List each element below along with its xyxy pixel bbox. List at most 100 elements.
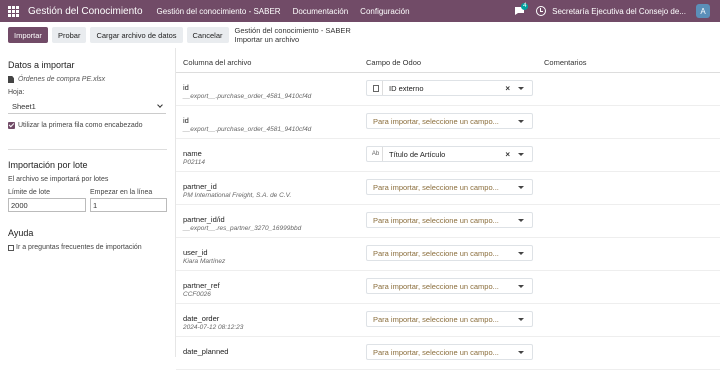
table-row: partner_id PM International Freight, S.A.…: [176, 172, 720, 205]
column-name: name: [183, 149, 202, 158]
menu-knowledge[interactable]: Gestión del conocimiento - SABER: [157, 7, 281, 16]
column-sample: CCF0026: [183, 291, 211, 298]
header-checkbox-label: Utilizar la primera fila como encabezado: [18, 122, 143, 129]
table-row: user_id Kiara Martínez Para importar, sele…: [176, 238, 720, 271]
chat-badge: 4: [521, 3, 529, 10]
file-name-row: Órdenes de compra PE.xlsx: [8, 76, 167, 83]
odoo-field-select[interactable]: Para importar, seleccione un campo...: [366, 278, 533, 294]
header-comments: Comentarios: [544, 58, 587, 67]
caret-down-icon: [518, 86, 524, 90]
file-name: Órdenes de compra PE.xlsx: [18, 76, 106, 83]
app-name[interactable]: Gestión del Conocimiento: [28, 6, 143, 17]
caret-down-icon: [518, 317, 524, 321]
apps-menu-icon[interactable]: [8, 5, 22, 17]
caret-down-icon: [518, 251, 524, 255]
column-sample: __export__.purchase_order_4581_9410cf4d: [183, 93, 312, 100]
header-checkbox[interactable]: [8, 122, 15, 129]
odoo-field-select[interactable]: Ab Título de Artículo ×: [366, 146, 533, 162]
menu-configuration[interactable]: Configuración: [360, 7, 409, 16]
menu-documentation[interactable]: Documentación: [293, 7, 349, 16]
chevron-down-icon: [157, 102, 163, 108]
table-row: partner_ref CCF0026 Para importar, selecci…: [176, 271, 720, 304]
batch-section-title: Importación por lote: [8, 160, 88, 170]
document-icon: [369, 81, 383, 95]
column-name: partner_ref: [183, 281, 220, 290]
column-sample: Kiara Martínez: [183, 258, 226, 265]
breadcrumb-current: Importar un archivo: [234, 35, 300, 44]
start-line-input[interactable]: 1: [90, 198, 167, 212]
column-name: id: [183, 116, 189, 125]
column-sample: PM International Freight, S.A. de C.V.: [183, 192, 292, 199]
odoo-field-select[interactable]: Para importar, seleccione un campo...: [366, 113, 533, 129]
breadcrumb-parent[interactable]: Gestión del conocimiento - SABER: [235, 26, 351, 35]
caret-down-icon: [518, 218, 524, 222]
company-switcher[interactable]: Secretaría Ejecutiva del Consejo de...: [552, 7, 686, 16]
column-name: date_order: [183, 314, 220, 323]
table-row: id __export__.purchase_order_4581_9410cf4…: [176, 73, 720, 106]
divider: [8, 149, 167, 150]
clear-icon[interactable]: ×: [505, 150, 510, 159]
odoo-field-select[interactable]: Para importar, seleccione un campo...: [366, 212, 533, 228]
mapping-table: Columna del archivo Campo de Odoo Coment…: [175, 48, 720, 370]
odoo-field-select[interactable]: Para importar, seleccione un campo...: [366, 311, 533, 327]
clear-icon[interactable]: ×: [505, 84, 510, 93]
batch-description: El archivo se importará por lotes: [8, 176, 109, 183]
column-name: id: [183, 83, 189, 92]
chat-icon[interactable]: 4: [514, 3, 529, 16]
help-section-title: Ayuda: [8, 228, 34, 238]
limit-label: Límite de lote: [8, 189, 51, 196]
sheet-label: Hoja:: [8, 89, 25, 96]
faq-link[interactable]: Ir a preguntas frecuentes de importación: [8, 244, 167, 251]
file-icon: [8, 76, 14, 83]
field-placeholder: Para importar, seleccione un campo...: [373, 314, 499, 324]
field-placeholder: Para importar, seleccione un campo...: [373, 215, 499, 225]
column-name: date_planned: [183, 347, 229, 356]
column-name: partner_id: [183, 182, 217, 191]
odoo-field-select[interactable]: Para importar, seleccione un campo...: [366, 245, 533, 261]
test-button[interactable]: Probar: [51, 27, 87, 43]
limit-input[interactable]: 2000: [8, 198, 86, 212]
start-label: Empezar en la línea: [90, 189, 153, 196]
header-file-column: Columna del archivo: [183, 58, 252, 67]
avatar[interactable]: A: [696, 4, 710, 18]
odoo-field-select[interactable]: Para importar, seleccione un campo...: [366, 344, 533, 360]
caret-down-icon: [518, 185, 524, 189]
faq-link-label: Ir a preguntas frecuentes de importación: [16, 244, 142, 251]
top-navbar: Gestión del Conocimiento Gestión del con…: [0, 0, 720, 22]
import-options-sidebar: Datos a importar Órdenes de compra PE.xl…: [0, 48, 175, 357]
table-row: date_planned Para importar, seleccione un…: [176, 337, 720, 370]
field-placeholder: Para importar, seleccione un campo...: [373, 281, 499, 291]
field-value: Título de Artículo: [389, 149, 446, 159]
caret-down-icon: [518, 284, 524, 288]
data-section-title: Datos a importar: [8, 60, 75, 70]
table-row: partner_id/id __export__.res_partner_3270…: [176, 205, 720, 238]
column-sample: __export__.res_partner_3270_16999bbd: [183, 225, 302, 232]
field-placeholder: Para importar, seleccione un campo...: [373, 116, 499, 126]
column-sample: __export__.purchase_order_4581_9410cf4d: [183, 126, 312, 133]
sheet-select[interactable]: Sheet1: [8, 99, 166, 114]
column-sample: P02114: [183, 159, 205, 166]
load-file-button[interactable]: Cargar archivo de datos: [90, 27, 183, 43]
caret-down-icon: [518, 119, 524, 123]
column-sample: 2024-07-12 08:12:23: [183, 324, 244, 331]
import-button[interactable]: Importar: [8, 27, 48, 43]
sheet-value: Sheet1: [12, 101, 36, 111]
field-placeholder: Para importar, seleccione un campo...: [373, 248, 499, 258]
header-odoo-field: Campo de Odoo: [366, 58, 422, 67]
external-link-icon: [8, 244, 14, 251]
cancel-button[interactable]: Cancelar: [186, 27, 229, 43]
odoo-field-select[interactable]: ID externo ×: [366, 80, 533, 96]
field-value: ID externo: [389, 83, 424, 93]
activity-clock-icon[interactable]: [536, 6, 547, 16]
field-placeholder: Para importar, seleccione un campo...: [373, 347, 499, 357]
caret-down-icon: [518, 152, 524, 156]
table-row: date_order 2024-07-12 08:12:23 Para import…: [176, 304, 720, 337]
table-header: Columna del archivo Campo de Odoo Coment…: [176, 48, 720, 73]
odoo-field-select[interactable]: Para importar, seleccione un campo...: [366, 179, 533, 195]
field-placeholder: Para importar, seleccione un campo...: [373, 182, 499, 192]
text-type-icon: Ab: [369, 147, 383, 161]
header-checkbox-row[interactable]: Utilizar la primera fila como encabezado: [8, 122, 167, 129]
column-name: user_id: [183, 248, 208, 257]
table-row: id __export__.purchase_order_4581_9410cf4…: [176, 106, 720, 139]
column-name: partner_id/id: [183, 215, 225, 224]
